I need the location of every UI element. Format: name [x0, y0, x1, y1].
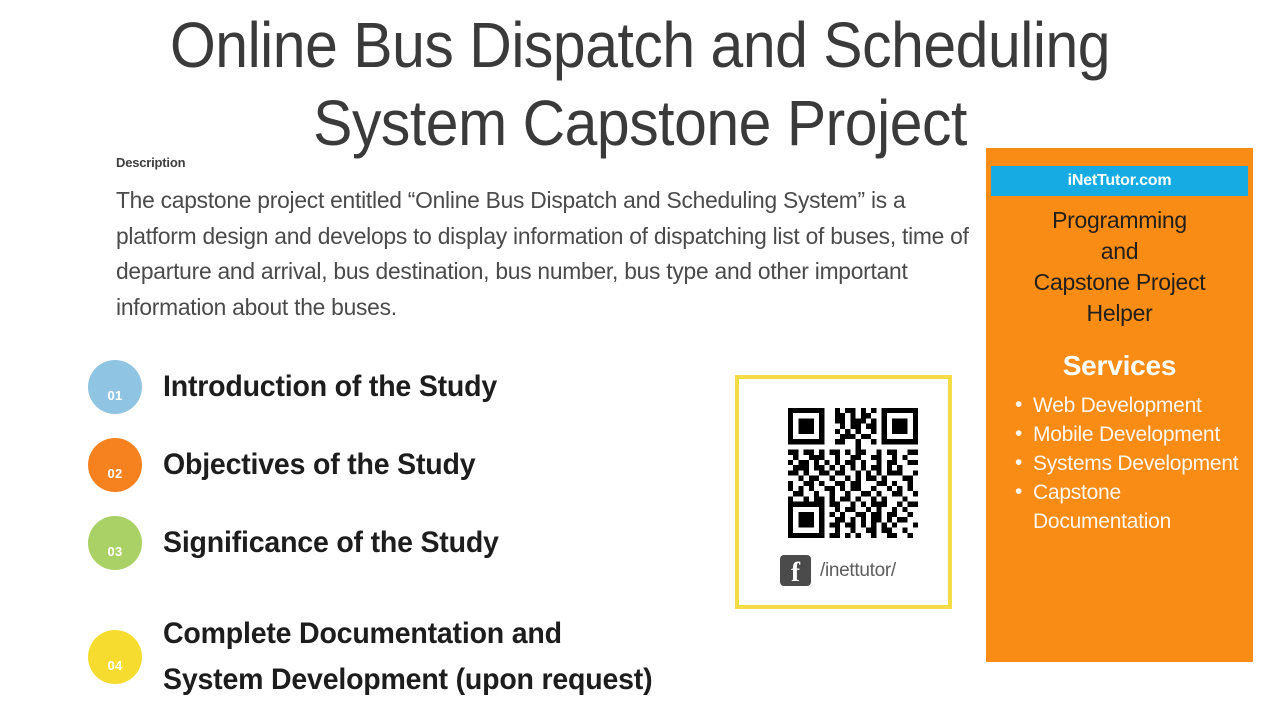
- promo-service-item: Systems Development: [1000, 448, 1250, 478]
- promo-service-item: Mobile Development: [1000, 419, 1250, 449]
- qr-code-image: [788, 408, 918, 538]
- promo-brand-label: iNetTutor.com: [1067, 172, 1172, 189]
- description-label: Description: [116, 155, 186, 170]
- social-handle-label: /inettutor/: [820, 559, 896, 581]
- agenda-badge-number: 03: [107, 543, 123, 559]
- promo-services-list: Web Development Mobile Development Syste…: [1000, 390, 1250, 536]
- promo-panel: iNetTutor.com Programming and Capstone P…: [986, 148, 1253, 662]
- agenda-item-02[interactable]: 02 Objectives of the Study: [88, 438, 492, 492]
- promo-tagline: Programming and Capstone Project Helper: [1033, 207, 1206, 326]
- agenda-item-04[interactable]: 04 Complete Documentation and System Dev…: [88, 611, 678, 703]
- facebook-icon-glyph: f: [791, 557, 800, 587]
- agenda-item-01[interactable]: 01 Introduction of the Study: [88, 360, 515, 414]
- promo-service-item: Capstone Documentation: [1000, 477, 1250, 536]
- agenda-badge-02: 02: [88, 438, 142, 492]
- page-title: Online Bus Dispatch and Scheduling Syste…: [169, 9, 1111, 159]
- qr-panel: f /inettutor/: [735, 375, 952, 609]
- facebook-icon[interactable]: f: [780, 555, 811, 586]
- description-text: The capstone project entitled “Online Bu…: [116, 187, 969, 320]
- agenda-badge-01: 01: [88, 360, 142, 414]
- promo-brand-banner[interactable]: iNetTutor.com: [991, 166, 1248, 196]
- agenda-badge-number: 02: [107, 465, 123, 481]
- agenda-badge-number: 01: [107, 387, 123, 403]
- agenda-badge-04: 04: [88, 630, 142, 684]
- agenda-item-label: Complete Documentation and System Develo…: [163, 617, 653, 696]
- agenda-badge-03: 03: [88, 516, 142, 570]
- promo-services-heading: Services: [1062, 350, 1177, 381]
- agenda-badge-number: 04: [107, 657, 123, 673]
- agenda-item-label: Introduction of the Study: [163, 370, 498, 403]
- agenda-item-label: Significance of the Study: [163, 526, 499, 559]
- social-link[interactable]: f /inettutor/: [780, 555, 896, 586]
- agenda-item-label: Objectives of the Study: [163, 448, 476, 481]
- agenda-item-03[interactable]: 03 Significance of the Study: [88, 516, 516, 570]
- promo-service-item: Web Development: [1000, 390, 1250, 420]
